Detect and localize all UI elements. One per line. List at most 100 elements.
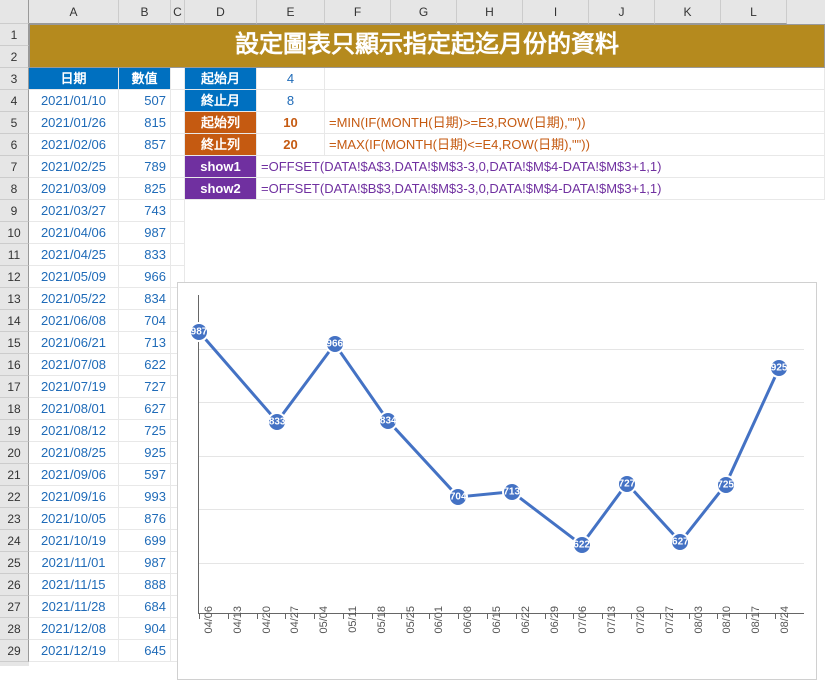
row-header-13[interactable]: 13	[0, 288, 29, 310]
cell-date[interactable]: 2021/10/19	[29, 530, 119, 552]
param-formula[interactable]: =MIN(IF(MONTH(日期)>=E3,ROW(日期),""))	[325, 112, 825, 134]
row-header-19[interactable]: 19	[0, 420, 29, 442]
col-header-F[interactable]: F	[325, 0, 391, 24]
col-header-E[interactable]: E	[257, 0, 325, 24]
cell-value[interactable]: 876	[119, 508, 171, 530]
cell-date[interactable]: 2021/02/06	[29, 134, 119, 156]
row-header-20[interactable]: 20	[0, 442, 29, 464]
cell-value[interactable]: 743	[119, 200, 171, 222]
cell-value[interactable]: 834	[119, 288, 171, 310]
cell-date[interactable]: 2021/06/21	[29, 332, 119, 354]
row-header-7[interactable]: 7	[0, 156, 29, 178]
data-point[interactable]: 622	[572, 535, 592, 555]
cell-value[interactable]: 622	[119, 354, 171, 376]
row-header-21[interactable]: 21	[0, 464, 29, 486]
cell-value[interactable]: 627	[119, 398, 171, 420]
data-point[interactable]: 627	[670, 532, 690, 552]
row-header-1[interactable]: 1	[0, 24, 29, 46]
cell-date[interactable]: 2021/07/08	[29, 354, 119, 376]
cell[interactable]	[171, 90, 185, 112]
cell-value[interactable]: 888	[119, 574, 171, 596]
row-header-12[interactable]: 12	[0, 266, 29, 288]
data-point[interactable]: 925	[769, 358, 789, 378]
cell-date[interactable]: 2021/05/22	[29, 288, 119, 310]
cell-date[interactable]: 2021/02/25	[29, 156, 119, 178]
cell-value[interactable]: 684	[119, 596, 171, 618]
cell[interactable]	[171, 222, 185, 244]
cell-value[interactable]: 857	[119, 134, 171, 156]
cell-date[interactable]: 2021/12/19	[29, 640, 119, 662]
cell-value[interactable]: 987	[119, 552, 171, 574]
cell-date[interactable]: 2021/07/19	[29, 376, 119, 398]
row-header-5[interactable]: 5	[0, 112, 29, 134]
row-header-18[interactable]: 18	[0, 398, 29, 420]
cell-value[interactable]: 704	[119, 310, 171, 332]
col-header-I[interactable]: I	[523, 0, 589, 24]
cell-date[interactable]: 2021/04/25	[29, 244, 119, 266]
data-point[interactable]: 833	[267, 412, 287, 432]
cell-date[interactable]: 2021/03/09	[29, 178, 119, 200]
cell-date[interactable]: 2021/10/05	[29, 508, 119, 530]
row-header-27[interactable]: 27	[0, 596, 29, 618]
cell-value[interactable]: 815	[119, 112, 171, 134]
cell-value[interactable]: 597	[119, 464, 171, 486]
data-point[interactable]: 727	[617, 474, 637, 494]
data-point[interactable]: 704	[448, 487, 468, 507]
col-header-D[interactable]: D	[185, 0, 257, 24]
cell-value[interactable]: 825	[119, 178, 171, 200]
cell-value[interactable]: 789	[119, 156, 171, 178]
cell-header-value[interactable]: 數值	[119, 68, 171, 90]
param-formula[interactable]	[325, 68, 825, 90]
cell-date[interactable]: 2021/01/10	[29, 90, 119, 112]
param-value[interactable]: 10	[257, 112, 325, 134]
data-point[interactable]: 725	[716, 475, 736, 495]
cell-date[interactable]: 2021/11/28	[29, 596, 119, 618]
row-header-2[interactable]: 2	[0, 46, 29, 68]
cell[interactable]	[171, 178, 185, 200]
cell-date[interactable]: 2021/09/16	[29, 486, 119, 508]
param-label[interactable]: show2	[185, 178, 257, 200]
cell-value[interactable]: 713	[119, 332, 171, 354]
select-all[interactable]	[0, 0, 29, 24]
row-header-26[interactable]: 26	[0, 574, 29, 596]
param-label[interactable]: 終止列	[185, 134, 257, 156]
row-header-9[interactable]: 9	[0, 200, 29, 222]
data-point[interactable]: 713	[502, 482, 522, 502]
cell[interactable]	[171, 134, 185, 156]
param-label[interactable]: show1	[185, 156, 257, 178]
cell-date[interactable]: 2021/04/06	[29, 222, 119, 244]
cell-value[interactable]: 925	[119, 442, 171, 464]
param-label[interactable]: 起始列	[185, 112, 257, 134]
col-header-G[interactable]: G	[391, 0, 457, 24]
col-header-K[interactable]: K	[655, 0, 721, 24]
param-label[interactable]: 終止月	[185, 90, 257, 112]
cell-value[interactable]: 833	[119, 244, 171, 266]
col-header-C[interactable]: C	[171, 0, 185, 24]
line-chart[interactable]: 04/0604/1304/2004/2705/0405/1105/1805/25…	[177, 282, 817, 680]
param-value[interactable]: 20	[257, 134, 325, 156]
row-header-3[interactable]: 3	[0, 68, 29, 90]
row-header-4[interactable]: 4	[0, 90, 29, 112]
data-point[interactable]: 834	[378, 411, 398, 431]
cell-date[interactable]: 2021/12/08	[29, 618, 119, 640]
cell[interactable]	[171, 156, 185, 178]
row-header-14[interactable]: 14	[0, 310, 29, 332]
cell-date[interactable]: 2021/01/26	[29, 112, 119, 134]
row-header-16[interactable]: 16	[0, 354, 29, 376]
cell-value[interactable]: 904	[119, 618, 171, 640]
cell-value[interactable]: 727	[119, 376, 171, 398]
cell-value[interactable]: 507	[119, 90, 171, 112]
row-header-29[interactable]: 29	[0, 640, 29, 662]
cell-value[interactable]: 966	[119, 266, 171, 288]
cell[interactable]	[171, 200, 185, 222]
col-header-B[interactable]: B	[119, 0, 171, 24]
param-formula[interactable]: =OFFSET(DATA!$A$3,DATA!$M$3-3,0,DATA!$M$…	[257, 156, 825, 178]
row-header-10[interactable]: 10	[0, 222, 29, 244]
param-formula[interactable]	[325, 90, 825, 112]
cell-value[interactable]: 645	[119, 640, 171, 662]
cell-value[interactable]: 725	[119, 420, 171, 442]
row-header-22[interactable]: 22	[0, 486, 29, 508]
row-header-6[interactable]: 6	[0, 134, 29, 156]
cell-date[interactable]: 2021/06/08	[29, 310, 119, 332]
row-header-15[interactable]: 15	[0, 332, 29, 354]
